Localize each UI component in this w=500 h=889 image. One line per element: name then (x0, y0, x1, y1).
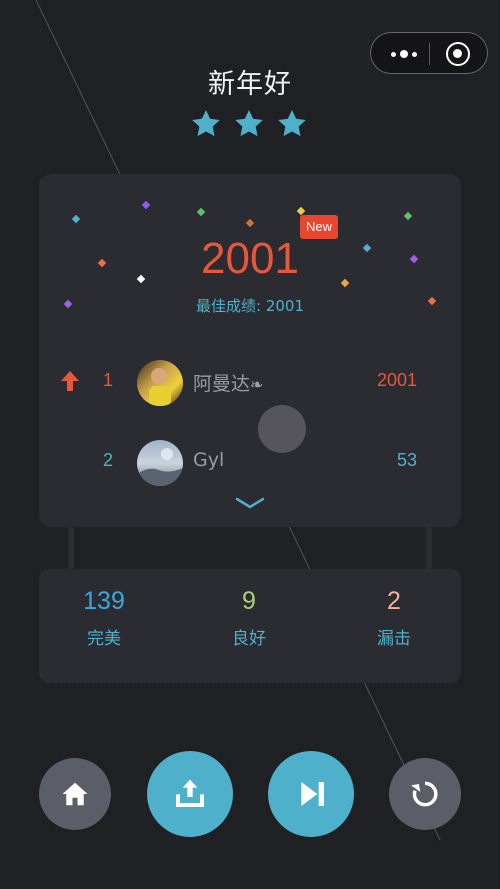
new-record-badge: New (300, 215, 338, 239)
lips-emoji-icon: ❧ (250, 375, 264, 394)
confetti (71, 214, 81, 224)
stat-miss: 2 漏击 (324, 587, 464, 649)
stat-perfect: 139 完美 (34, 587, 174, 649)
stat-good: 9 良好 (179, 587, 319, 649)
star-icon (192, 110, 220, 137)
next-track-icon (301, 782, 324, 806)
card-connector (426, 527, 432, 569)
stat-value: 139 (83, 587, 125, 615)
star-icon (235, 110, 263, 137)
star-rating (190, 108, 310, 144)
rank-number: 2 (103, 450, 114, 470)
final-score: 2001 (201, 234, 299, 283)
dot-icon (391, 51, 396, 57)
dot-icon (400, 50, 408, 58)
home-icon (62, 782, 88, 806)
dot-icon (412, 51, 417, 57)
stat-label: 完美 (87, 629, 121, 649)
share-icon (176, 779, 204, 807)
player-name: Gyl (193, 449, 225, 471)
stat-value: 9 (242, 587, 256, 615)
star-icon (278, 110, 306, 137)
retry-icon (411, 781, 438, 807)
confetti (245, 218, 255, 228)
best-score: 最佳成绩: 2001 (196, 297, 304, 315)
stat-label: 良好 (232, 629, 266, 649)
leaderboard-row[interactable]: 1 阿曼达❧ 2001 (39, 358, 461, 408)
home-button[interactable] (39, 758, 111, 830)
leaderboard-row[interactable]: 2 Gyl 53 (39, 438, 461, 488)
avatar (137, 360, 183, 406)
retry-button[interactable] (389, 758, 461, 830)
confetti (141, 200, 151, 210)
chevron-down-icon[interactable] (235, 496, 265, 510)
avatar (137, 440, 183, 486)
confetti (296, 206, 306, 216)
player-name: 阿曼达❧ (193, 373, 264, 395)
next-button[interactable] (268, 751, 354, 837)
result-card: 2001 New 最佳成绩: 2001 1 阿曼达❧ 2001 2 Gyl 53 (39, 174, 461, 527)
hit-stats-panel: 139 完美 9 良好 2 漏击 (39, 569, 461, 683)
confetti (196, 207, 206, 217)
rank-up-arrow-icon (61, 371, 79, 391)
share-button[interactable] (147, 751, 233, 837)
confetti (403, 211, 413, 221)
player-score: 2001 (376, 370, 417, 390)
rank-number: 1 (103, 370, 114, 390)
player-score: 53 (396, 450, 417, 470)
floating-touch-indicator (258, 405, 306, 453)
stat-label: 漏击 (377, 629, 411, 649)
song-title: 新年好 (208, 69, 292, 100)
card-connector (68, 527, 74, 569)
stat-value: 2 (387, 587, 401, 615)
